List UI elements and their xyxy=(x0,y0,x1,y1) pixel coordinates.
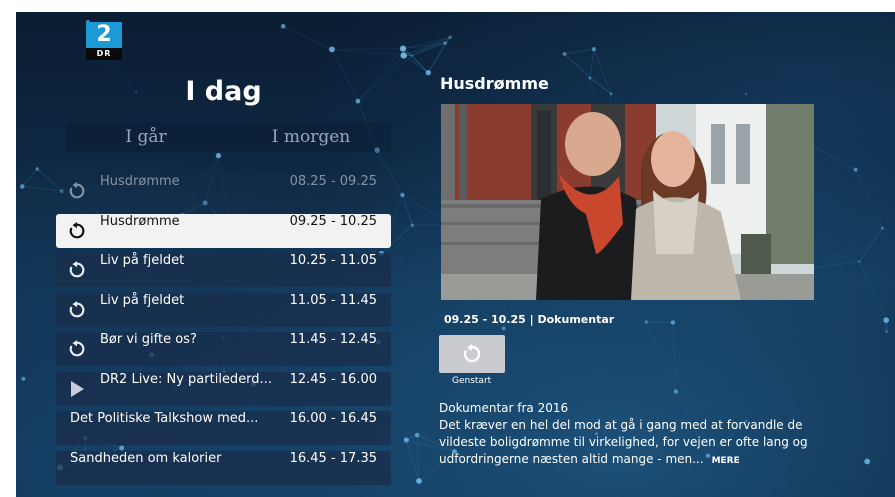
restart-icon xyxy=(68,300,86,319)
schedule-row[interactable]: Husdrømme 08.25 - 09.25 xyxy=(56,174,391,208)
prev-day-button[interactable]: I går xyxy=(66,122,226,152)
program-time: 11.05 - 11.45 xyxy=(289,292,377,308)
tv-guide-screen: 2 DR I dag I går I morgen Husdrømme 08.2… xyxy=(16,12,895,497)
restart-label: Genstart xyxy=(452,376,492,386)
logo-number: 2 xyxy=(86,22,122,48)
program-title: Det Politiske Talkshow med... xyxy=(70,411,259,426)
program-time: 16.00 - 16.45 xyxy=(289,411,377,426)
schedule-row[interactable]: Det Politiske Talkshow med... 16.00 - 16… xyxy=(56,411,391,445)
schedule-row[interactable]: Liv på fjeldet 10.25 - 11.05 xyxy=(56,253,391,287)
schedule-row[interactable]: Husdrømme 09.25 - 10.25 xyxy=(56,213,391,248)
program-title: Bør vi gifte os? xyxy=(100,332,197,347)
dr2-logo: 2 DR xyxy=(86,22,122,62)
logo-text: DR xyxy=(86,48,122,60)
program-meta: 09.25 - 10.25 | Dokumentar xyxy=(444,313,615,326)
program-title: Husdrømme xyxy=(100,174,180,189)
schedule-row[interactable]: DR2 Live: Ny partilederd... 12.45 - 16.0… xyxy=(56,371,391,406)
program-time: 11.45 - 12.45 xyxy=(289,332,377,347)
program-description: Dokumentar fra 2016 Det kræver en hel de… xyxy=(439,400,819,470)
restart-icon xyxy=(68,182,86,200)
program-title: Liv på fjeldet xyxy=(100,292,185,308)
program-title: DR2 Live: Ny partilederd... xyxy=(100,371,272,387)
program-time: 12.45 - 16.00 xyxy=(289,371,377,387)
program-time: 08.25 - 09.25 xyxy=(289,174,377,189)
restart-icon xyxy=(463,344,481,363)
program-time: 16.45 - 17.35 xyxy=(289,450,377,466)
program-preview-image xyxy=(441,104,814,300)
program-title: Husdrømme xyxy=(100,213,180,229)
schedule-row[interactable]: Sandheden om kalorier 16.45 - 17.35 xyxy=(56,450,391,485)
restart-icon xyxy=(68,340,86,358)
restart-icon xyxy=(68,261,86,279)
restart-button[interactable] xyxy=(439,335,505,373)
program-title: Liv på fjeldet xyxy=(100,253,185,268)
schedule-row[interactable]: Bør vi gifte os? 11.45 - 12.45 xyxy=(56,332,391,366)
day-navigation: I går I morgen xyxy=(56,122,391,152)
program-time: 10.25 - 11.05 xyxy=(289,253,377,268)
next-day-button[interactable]: I morgen xyxy=(231,122,391,152)
description-heading: Dokumentar fra 2016 xyxy=(439,401,569,415)
more-link[interactable]: MERE xyxy=(712,456,740,466)
restart-icon xyxy=(68,221,86,240)
schedule-row[interactable]: Liv på fjeldet 11.05 - 11.45 xyxy=(56,292,391,327)
description-text: Det kræver en hel del mod at gå i gang m… xyxy=(439,418,808,466)
program-title: Sandheden om kalorier xyxy=(70,450,222,466)
program-time: 09.25 - 10.25 xyxy=(289,213,377,229)
day-title: I dag xyxy=(185,76,262,107)
preview-illustration xyxy=(441,104,814,300)
play-icon xyxy=(68,380,86,398)
program-detail-title: Husdrømme xyxy=(440,74,549,93)
